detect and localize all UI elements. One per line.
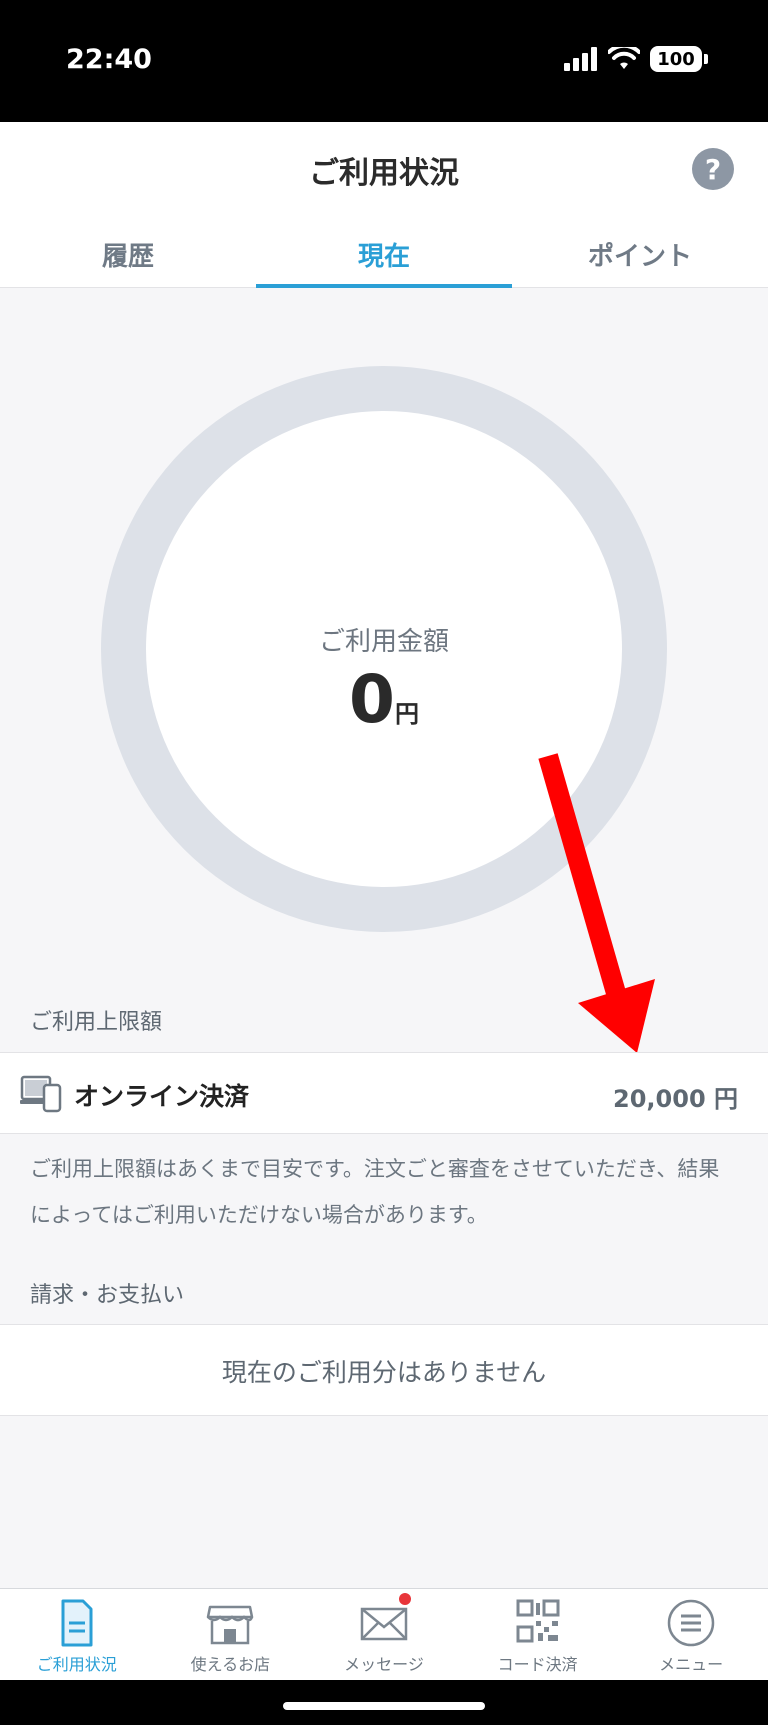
usage-label: ご利用金額 (318, 627, 449, 657)
status-time: 22:40 (66, 44, 152, 75)
usage-ring-center: ご利用金額 0円 (146, 411, 622, 887)
usage-amount-value: 0 (349, 661, 395, 738)
nav-label: 使えるお店 (190, 1655, 271, 1674)
online-payment-limit-row: オンライン決済 20,000 円 (0, 1052, 768, 1134)
help-icon: ? (704, 152, 722, 186)
tab-points[interactable]: ポイント (512, 226, 768, 288)
signal-icon (564, 47, 597, 71)
bottom-nav: ご利用状況 使えるお店 メッセージ コード決済 メニュー (0, 1588, 768, 1680)
limit-name: オンライン決済 (74, 1082, 250, 1111)
tab-history[interactable]: 履歴 (0, 226, 256, 288)
page-title: ご利用状況 (309, 156, 459, 191)
tab-bar: 履歴 現在 ポイント (0, 226, 768, 288)
billing-empty-message: 現在のご利用分はありません (0, 1324, 768, 1416)
nav-stores[interactable]: 使えるお店 (154, 1589, 308, 1680)
usage-amount: 0円 (146, 661, 622, 738)
limit-value: 20,000 円 (613, 1085, 738, 1113)
battery-nub (704, 54, 708, 64)
nav-label: ご利用状況 (36, 1655, 117, 1674)
header: ご利用状況 ? 履歴 現在 ポイント (0, 122, 768, 288)
nav-code-payment[interactable]: コード決済 (461, 1589, 615, 1680)
usage-amount-unit: 円 (394, 700, 419, 728)
nav-usage-status[interactable]: ご利用状況 (0, 1589, 154, 1680)
limit-section-label: ご利用上限額 (30, 1010, 163, 1035)
home-indicator[interactable] (283, 1702, 485, 1710)
envelope-icon (360, 1607, 408, 1641)
menu-icon (667, 1599, 715, 1647)
battery-indicator: 100 (650, 46, 702, 72)
nav-label: メッセージ (344, 1655, 424, 1674)
qr-code-icon (516, 1599, 560, 1643)
devices-icon (20, 1075, 62, 1113)
wifi-icon (608, 47, 640, 69)
document-icon (61, 1599, 93, 1647)
tab-current[interactable]: 現在 (256, 226, 512, 288)
home-bar-area (0, 1680, 768, 1725)
status-bar: 22:40 100 (0, 0, 768, 122)
nav-label: メニュー (659, 1655, 724, 1674)
status-indicators: 100 (564, 46, 708, 72)
nav-messages[interactable]: メッセージ (307, 1589, 461, 1680)
nav-menu[interactable]: メニュー (614, 1589, 768, 1680)
usage-ring: ご利用金額 0円 (101, 366, 667, 932)
billing-section-label: 請求・お支払い (30, 1283, 185, 1308)
nav-label: コード決済 (497, 1655, 578, 1674)
limit-notice: ご利用上限額はあくまで目安です。注文ごと審査をさせていただき、結果によってはご利… (30, 1157, 720, 1227)
help-button[interactable]: ? (692, 148, 734, 190)
store-icon (207, 1605, 254, 1645)
